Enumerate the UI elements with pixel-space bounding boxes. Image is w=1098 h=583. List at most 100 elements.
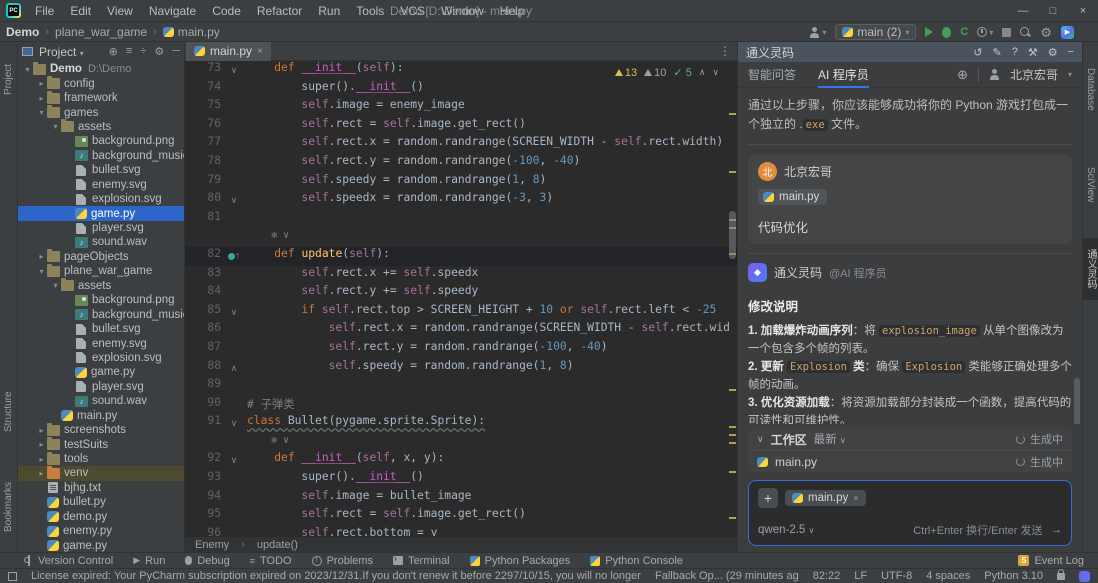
editor-breadcrumb-item[interactable]: Enemy	[195, 539, 229, 551]
add-context-button[interactable]: +	[758, 488, 778, 508]
run-button[interactable]	[925, 27, 933, 37]
menu-file[interactable]: File	[27, 0, 62, 22]
tree-item-demo[interactable]: ▾DemoD:\Demo	[18, 62, 184, 76]
tree-item-tools[interactable]: ▸tools	[18, 452, 184, 466]
project-panel-title[interactable]: Project ▾	[39, 45, 84, 59]
lock-icon[interactable]	[1057, 573, 1065, 580]
indent-style[interactable]: 4 spaces	[926, 570, 970, 582]
tree-item-sound-wav[interactable]: sound.wav	[18, 235, 184, 249]
tree-item-bjhg-txt[interactable]: bjhg.txt	[18, 481, 184, 495]
tree-chevron-icon[interactable]: ▾	[36, 267, 47, 276]
maximize-button[interactable]: □	[1038, 0, 1068, 22]
breadcrumb-item[interactable]: Demo	[6, 25, 39, 39]
tree-item-player-svg[interactable]: player.svg	[18, 380, 184, 394]
tree-item-venv[interactable]: ▸venv	[18, 466, 184, 480]
tree-item-framework[interactable]: ▸framework	[18, 91, 184, 105]
tool-window-sciview[interactable]: SciView	[1083, 142, 1098, 228]
tree-item-game-py[interactable]: game.py	[18, 538, 184, 552]
close-button[interactable]: ×	[1068, 0, 1098, 22]
tool-window-structure[interactable]: Structure	[0, 372, 17, 452]
history-icon[interactable]: ↺	[973, 46, 982, 59]
tab-options-icon[interactable]: ⋮	[719, 44, 731, 58]
editor-tab-mainpy[interactable]: main.py ×	[186, 42, 271, 61]
expand-all-icon[interactable]: ≡	[126, 45, 132, 58]
tree-item-main-py[interactable]: main.py	[18, 409, 184, 423]
code-editor[interactable]: 13 10 ✓ 5 ∧ ∨ 73∨ def __init__(self):74 …	[185, 61, 737, 536]
tree-item-explosion-svg[interactable]: explosion.svg	[18, 351, 184, 365]
tree-item-screenshots[interactable]: ▸screenshots	[18, 423, 184, 437]
input-file-chip[interactable]: main.py ×	[785, 490, 866, 506]
tree-item-assets[interactable]: ▾assets	[18, 279, 184, 293]
tree-item-background-png[interactable]: background.png	[18, 293, 184, 307]
tool-window-button-python-console[interactable]: Python Console	[590, 555, 683, 567]
tools-icon[interactable]: ⚒	[1028, 46, 1038, 59]
tree-item-plane-war-game[interactable]: ▾plane_war_game	[18, 264, 184, 278]
tree-chevron-icon[interactable]: ▸	[36, 469, 47, 478]
file-encoding[interactable]: UTF-8	[881, 570, 912, 582]
run-config-selector[interactable]: main (2) ▾	[835, 24, 916, 40]
menu-view[interactable]: View	[99, 0, 141, 22]
chat-scrollbar[interactable]	[1074, 378, 1080, 424]
tree-chevron-icon[interactable]: ▸	[36, 79, 47, 88]
hide-panel-icon[interactable]: ─	[172, 45, 180, 58]
menu-tools[interactable]: Tools	[348, 0, 392, 22]
tool-window-button-debug[interactable]: Debug	[185, 555, 229, 567]
tree-item-sound-wav[interactable]: sound.wav	[18, 394, 184, 408]
tree-item-background-png[interactable]: background.png	[18, 134, 184, 148]
fallback-status[interactable]: Fallback Op... (29 minutes ag	[655, 570, 799, 582]
editor-breadcrumb-item[interactable]: update()	[257, 539, 298, 551]
lingma-inline-widget[interactable]: ✻ ∨	[247, 230, 289, 241]
menu-refactor[interactable]: Refactor	[249, 0, 310, 22]
license-message[interactable]: License expired: Your PyCharm subscripti…	[31, 570, 641, 582]
tree-chevron-icon[interactable]: ▸	[36, 440, 47, 449]
tree-item-bullet-py[interactable]: bullet.py	[18, 495, 184, 509]
close-tab-icon[interactable]: ×	[257, 46, 263, 57]
tree-item-assets[interactable]: ▾assets	[18, 120, 184, 134]
breadcrumb-item[interactable]: plane_war_game	[55, 25, 147, 39]
tool-window-button-terminal[interactable]: Terminal	[393, 555, 450, 567]
workspace-file-row[interactable]: main.py 生成中	[748, 450, 1072, 472]
profiler-button[interactable]: ▾	[977, 27, 993, 37]
tree-item-testsuits[interactable]: ▸testSuits	[18, 437, 184, 451]
tree-item-background-music-mp3[interactable]: background_music.mp3	[18, 307, 184, 321]
tab-ai-programmer[interactable]: AI 程序员	[818, 62, 869, 88]
tree-chevron-icon[interactable]: ▾	[50, 122, 61, 131]
new-session-icon[interactable]: ⊕	[957, 67, 968, 83]
tool-window-button-problems[interactable]: Problems	[312, 555, 373, 567]
tree-chevron-icon[interactable]: ▸	[36, 94, 47, 103]
new-chat-icon[interactable]: ✎	[992, 46, 1001, 59]
tree-item-bullet-svg[interactable]: bullet.svg	[18, 163, 184, 177]
lingma-toolbar-icon[interactable]	[1061, 26, 1074, 39]
collapse-all-icon[interactable]: ÷	[140, 45, 146, 58]
tool-window-bookmarks[interactable]: Bookmarks	[0, 462, 17, 552]
search-everywhere-button[interactable]	[1020, 27, 1031, 38]
tool-window-button-version-control[interactable]: Version Control	[24, 555, 113, 567]
help-icon[interactable]: ?	[1012, 46, 1018, 59]
locate-file-icon[interactable]: ⊕	[109, 45, 118, 58]
editor-scrollbar[interactable]	[727, 61, 737, 536]
user-profile-button[interactable]: ▾	[809, 27, 826, 38]
tree-chevron-icon[interactable]: ▾	[36, 108, 47, 117]
next-warning-icon[interactable]: ∨	[712, 67, 719, 78]
tree-item-enemy-svg[interactable]: enemy.svg	[18, 178, 184, 192]
lingma-inline-widget[interactable]: ✻ ∨	[247, 435, 289, 446]
scrollbar-thumb[interactable]	[729, 211, 736, 259]
remove-chip-icon[interactable]: ×	[853, 493, 858, 503]
python-interpreter[interactable]: Python 3.10	[984, 570, 1043, 582]
menu-edit[interactable]: Edit	[62, 0, 99, 22]
tool-window-button-run[interactable]: ▶Run	[133, 555, 165, 567]
tree-chevron-icon[interactable]: ▸	[36, 455, 47, 464]
tool-window-button-todo[interactable]: ≡TODO	[250, 555, 292, 567]
tree-item-game-py[interactable]: game.py	[18, 365, 184, 379]
event-log-button[interactable]: S Event Log	[1018, 555, 1084, 567]
tree-chevron-icon[interactable]: ▸	[36, 252, 47, 261]
model-selector[interactable]: qwen-2.5 ∨	[758, 524, 814, 536]
lingma-status-icon[interactable]	[1079, 571, 1090, 582]
tree-item-demo-py[interactable]: demo.py	[18, 510, 184, 524]
menu-code[interactable]: Code	[204, 0, 249, 22]
chat-history[interactable]: 通过以上步骤，你应该能够成功将你的 Python 游戏打包成一个独立的 .exe…	[738, 88, 1082, 424]
menu-navigate[interactable]: Navigate	[141, 0, 204, 22]
workspace-filter[interactable]: 最新 ∨	[814, 431, 846, 447]
tree-item-explosion-svg[interactable]: explosion.svg	[18, 192, 184, 206]
debug-button[interactable]	[942, 27, 951, 38]
